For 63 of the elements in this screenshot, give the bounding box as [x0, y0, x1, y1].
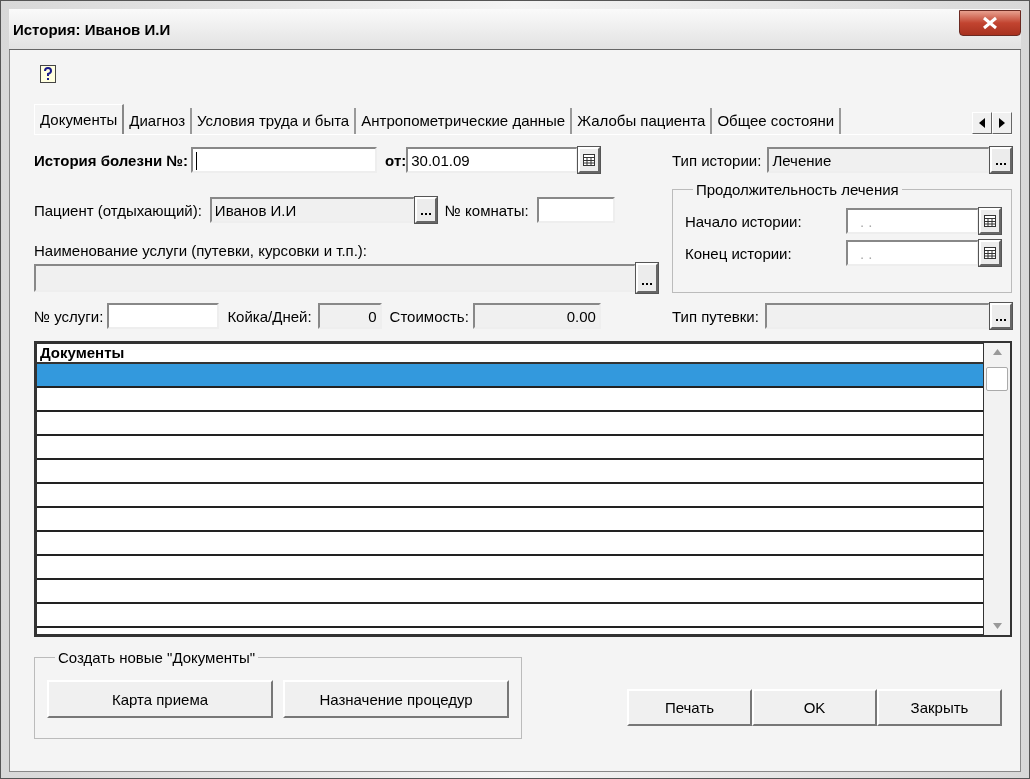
- bed-days-field[interactable]: 0: [317, 303, 382, 329]
- field-label: Тип путевки:: [672, 307, 759, 325]
- dialog-button[interactable]: Закрыть: [877, 689, 1002, 726]
- patient-field[interactable]: Иванов И.И: [209, 197, 415, 223]
- close-button[interactable]: [959, 10, 1021, 36]
- date-field[interactable]: 30.01.09: [406, 147, 579, 173]
- field-label: Тип истории:: [672, 151, 762, 169]
- scroll-thumb[interactable]: [986, 367, 1008, 391]
- left-arrow-icon: [979, 118, 985, 128]
- tab[interactable]: Диагноз: [124, 108, 192, 134]
- ellipsis-icon: [996, 163, 1006, 166]
- field-label: № услуги:: [34, 307, 104, 325]
- scrollbar[interactable]: [984, 343, 1010, 635]
- tab[interactable]: Документы: [34, 104, 125, 134]
- scroll-right-button[interactable]: [992, 112, 1012, 134]
- browse-button[interactable]: [414, 197, 437, 223]
- group-title: Создать новые "Документы": [57, 649, 257, 666]
- field-label: История болезни №:: [34, 151, 189, 169]
- dialog-button[interactable]: Печать: [627, 689, 752, 726]
- calendar-icon: [583, 154, 596, 166]
- tab[interactable]: Жалобы пациента: [572, 108, 713, 134]
- ellipsis-icon: [420, 213, 431, 216]
- history-type-field[interactable]: Лечение: [767, 147, 990, 173]
- field-label: Пациент (отдыхающий):: [34, 201, 202, 219]
- voucher-type-field[interactable]: [764, 303, 990, 329]
- date-field[interactable]: . .: [846, 208, 979, 234]
- help-icon[interactable]: [40, 65, 56, 83]
- field-label: Конец истории:: [685, 244, 792, 262]
- browse-button[interactable]: [636, 263, 658, 293]
- room-field[interactable]: [536, 197, 615, 223]
- tab[interactable]: Антропометрические данные: [356, 108, 573, 134]
- field-label: от:: [385, 151, 407, 169]
- field-label: № комнаты:: [444, 201, 529, 219]
- service-name-field[interactable]: [34, 264, 636, 292]
- create-document-button[interactable]: Карта приема: [47, 680, 273, 718]
- service-number-field[interactable]: [107, 303, 220, 329]
- calendar-button[interactable]: [979, 208, 1001, 234]
- ellipsis-icon: [642, 283, 652, 286]
- create-document-button[interactable]: Назначение процедур: [283, 680, 509, 718]
- tab[interactable]: Условия труда и быта: [192, 108, 357, 134]
- calendar-button[interactable]: [578, 147, 601, 173]
- field-label: Наименование услуги (путевки, курсовки и т.п.):: [34, 241, 368, 259]
- window-title: История: Иванов И.И: [13, 20, 171, 38]
- field-label: Стоимость:: [389, 307, 469, 325]
- scroll-left-button[interactable]: [972, 112, 992, 134]
- dialog-button[interactable]: OK: [752, 689, 877, 726]
- calendar-icon: [984, 247, 996, 259]
- down-arrow-icon: [992, 623, 1002, 629]
- browse-button[interactable]: [990, 303, 1012, 329]
- browse-button[interactable]: [990, 147, 1012, 173]
- close-icon: [981, 16, 999, 30]
- date-field[interactable]: . .: [846, 240, 979, 266]
- group-title: Продолжительность лечения: [695, 181, 900, 198]
- calendar-icon: [984, 215, 996, 227]
- right-arrow-icon: [999, 118, 1005, 128]
- ellipsis-icon: [996, 319, 1006, 322]
- field-label: Начало истории:: [685, 212, 802, 230]
- field-label: Койка/Дней:: [227, 307, 312, 325]
- tab[interactable]: Общее состояни: [712, 108, 842, 134]
- history-number-field[interactable]: [191, 147, 378, 173]
- calendar-button[interactable]: [979, 240, 1001, 266]
- cost-field[interactable]: 0.00: [472, 303, 601, 329]
- up-arrow-icon: [992, 349, 1002, 355]
